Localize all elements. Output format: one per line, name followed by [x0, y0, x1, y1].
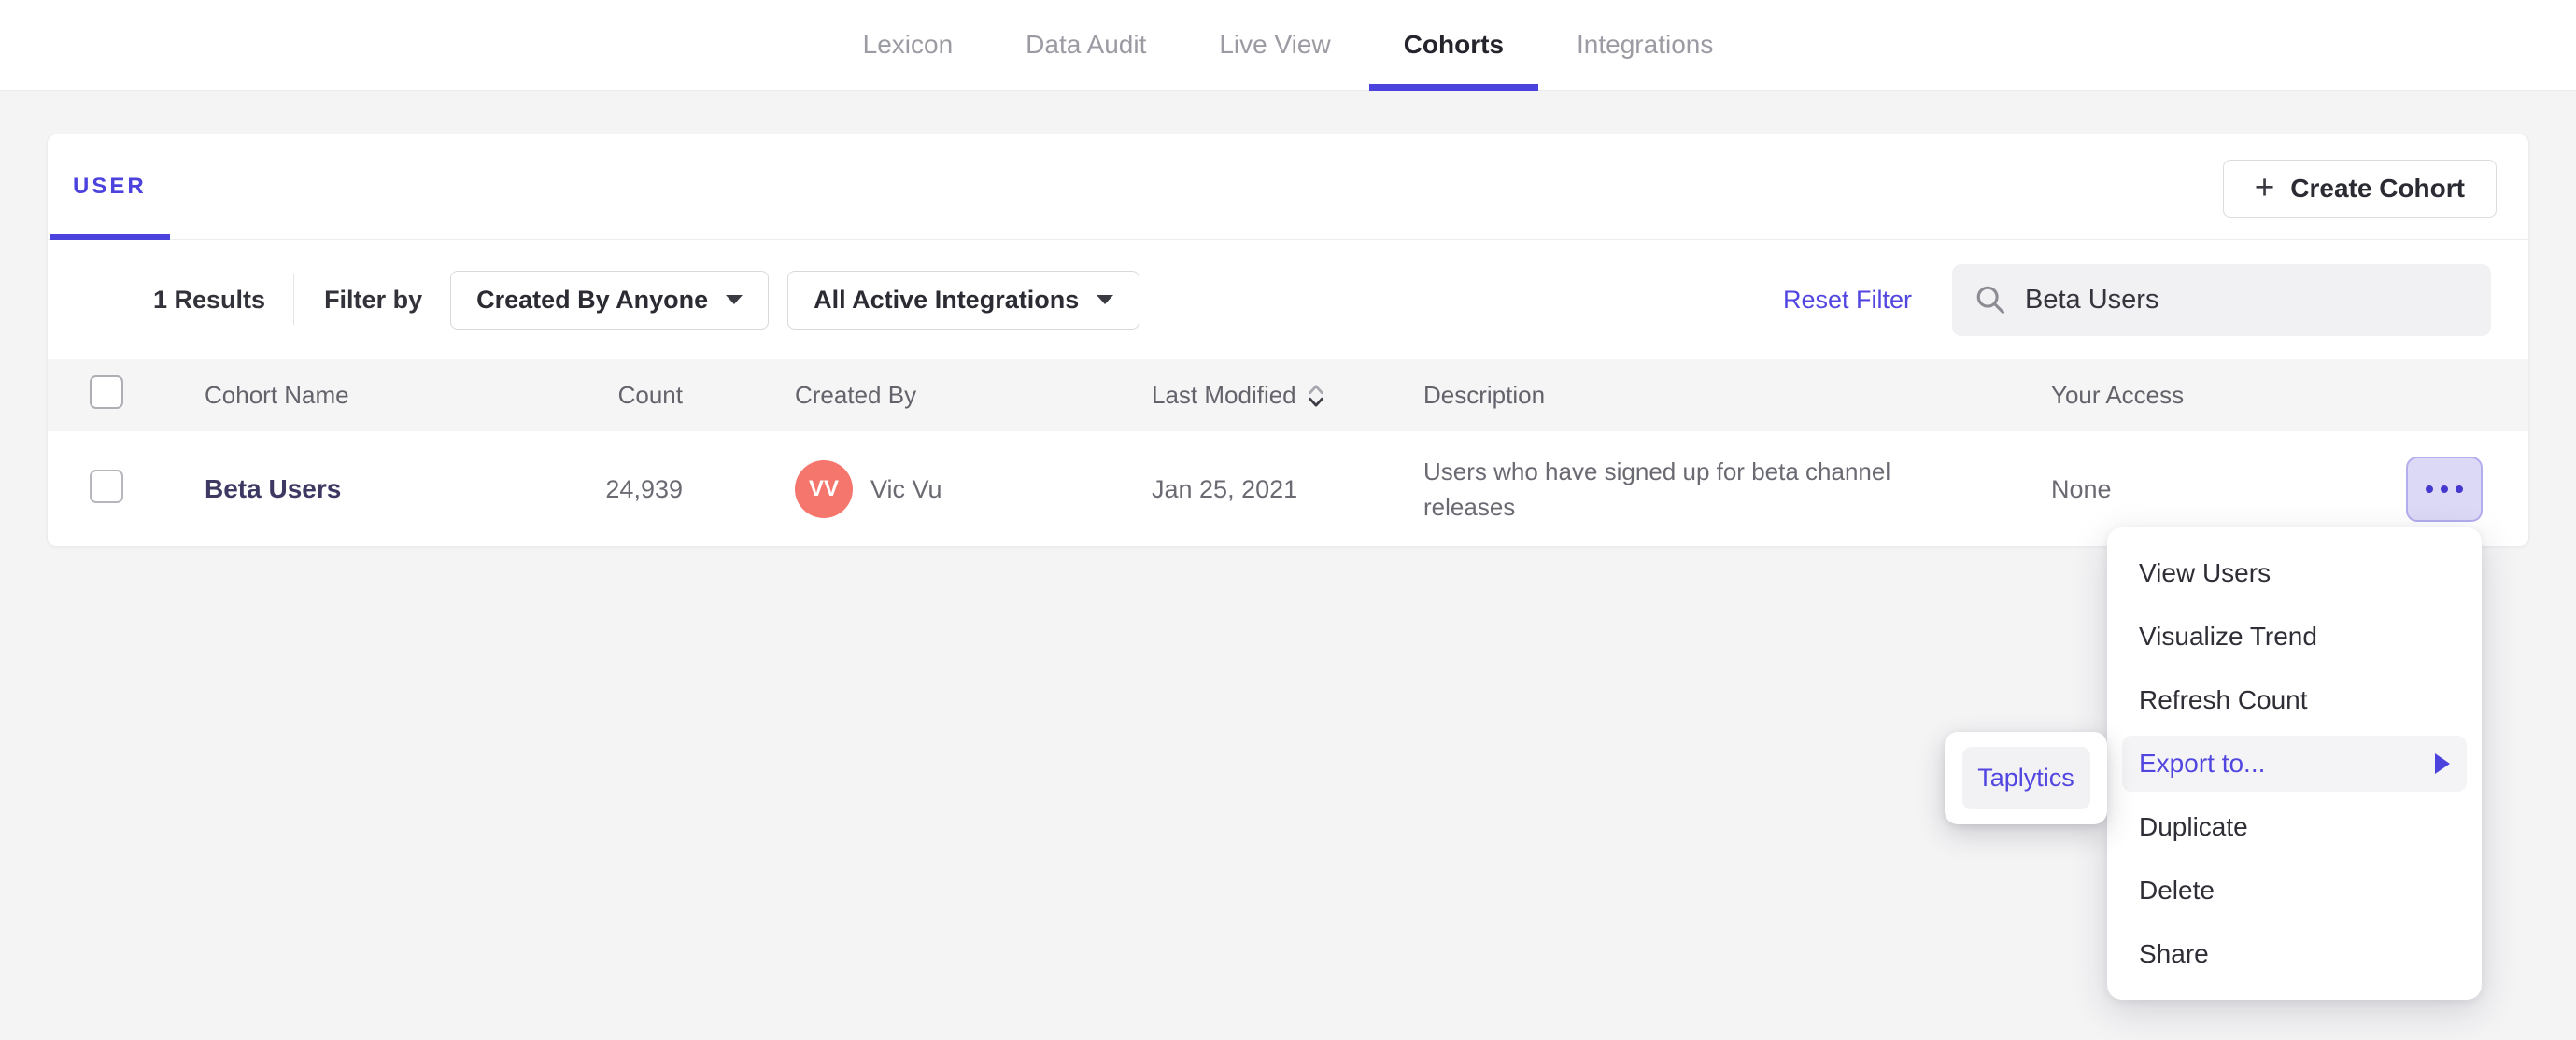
select-all-checkbox[interactable] — [90, 375, 123, 409]
tab-cohorts[interactable]: Cohorts — [1368, 0, 1539, 91]
avatar: VV — [795, 460, 853, 518]
cohort-count: 24,939 — [605, 474, 683, 503]
cohort-name-link[interactable]: Beta Users — [205, 474, 341, 503]
menu-item-refresh-count[interactable]: Refresh Count — [2107, 668, 2482, 732]
card-tab-strip: USER + Create Cohort — [48, 134, 2528, 240]
integrations-dropdown[interactable]: All Active Integrations — [787, 270, 1140, 330]
tab-data-audit[interactable]: Data Audit — [1026, 0, 1146, 91]
menu-item-share[interactable]: Share — [2107, 922, 2482, 986]
menu-item-visualize-trend[interactable]: Visualize Trend — [2107, 605, 2482, 668]
header-count: Count — [617, 381, 683, 409]
menu-item-duplicate[interactable]: Duplicate — [2107, 795, 2482, 859]
cohort-description: Users who have signed up for beta channe… — [1423, 457, 1891, 521]
filter-row: 1 Results Filter by Created By Anyone Al… — [48, 240, 2528, 359]
last-modified-value: Jan 25, 2021 — [1152, 474, 1298, 503]
ellipsis-icon — [2441, 485, 2448, 493]
search-icon — [1976, 286, 2005, 315]
header-your-access: Your Access — [2051, 381, 2185, 409]
plus-icon: + — [2254, 168, 2275, 206]
header-created-by: Created By — [795, 381, 917, 409]
header-cohort-name: Cohort Name — [205, 381, 349, 409]
row-checkbox[interactable] — [90, 469, 123, 503]
created-by-cell: VV Vic Vu — [795, 460, 1152, 518]
submenu-arrow-icon — [2435, 753, 2450, 774]
your-access-value: None — [2051, 474, 2112, 503]
menu-item-export-to[interactable]: Export to... — [2122, 736, 2467, 792]
chevron-down-icon — [1097, 295, 1114, 304]
sort-icon[interactable] — [1306, 381, 1326, 411]
row-actions-button[interactable] — [2406, 457, 2483, 522]
vertical-divider — [293, 274, 295, 325]
header-last-modified-label: Last Modified — [1152, 381, 1296, 409]
create-cohort-label: Create Cohort — [2290, 174, 2465, 203]
tab-integrations[interactable]: Integrations — [1577, 0, 1713, 91]
create-cohort-button[interactable]: + Create Cohort — [2222, 160, 2497, 218]
menu-item-export-to-label: Export to... — [2139, 749, 2266, 778]
submenu-item-taplytics[interactable]: Taplytics — [1961, 747, 2090, 809]
search-box[interactable] — [1952, 263, 2491, 336]
ellipsis-icon — [2426, 485, 2433, 493]
ellipsis-icon — [2456, 485, 2463, 493]
created-by-dropdown-label: Created By Anyone — [476, 285, 709, 314]
search-input[interactable] — [2025, 284, 2469, 316]
menu-item-view-users[interactable]: View Users — [2107, 541, 2482, 605]
chevron-down-icon — [726, 295, 743, 304]
header-last-modified[interactable]: Last Modified — [1152, 381, 1423, 411]
cohorts-card: USER + Create Cohort 1 Results Filter by… — [47, 134, 2529, 547]
reset-filter-link[interactable]: Reset Filter — [1783, 286, 1912, 315]
export-submenu: Taplytics — [1945, 732, 2107, 824]
table-header-row: Cohort Name Count Created By Last Modifi… — [48, 359, 2528, 431]
integrations-dropdown-label: All Active Integrations — [814, 285, 1080, 314]
tab-user[interactable]: USER — [50, 134, 170, 240]
created-by-dropdown[interactable]: Created By Anyone — [450, 270, 770, 330]
top-navigation: Lexicon Data Audit Live View Cohorts Int… — [0, 0, 2576, 91]
tab-live-view[interactable]: Live View — [1219, 0, 1330, 91]
tab-lexicon[interactable]: Lexicon — [863, 0, 954, 91]
menu-item-delete[interactable]: Delete — [2107, 859, 2482, 922]
row-actions-menu: View Users Visualize Trend Refresh Count… — [2107, 527, 2482, 1000]
creator-name: Vic Vu — [870, 474, 942, 503]
filter-by-label: Filter by — [324, 285, 423, 314]
header-description: Description — [1423, 381, 1546, 409]
results-count: 1 Results — [153, 285, 266, 314]
